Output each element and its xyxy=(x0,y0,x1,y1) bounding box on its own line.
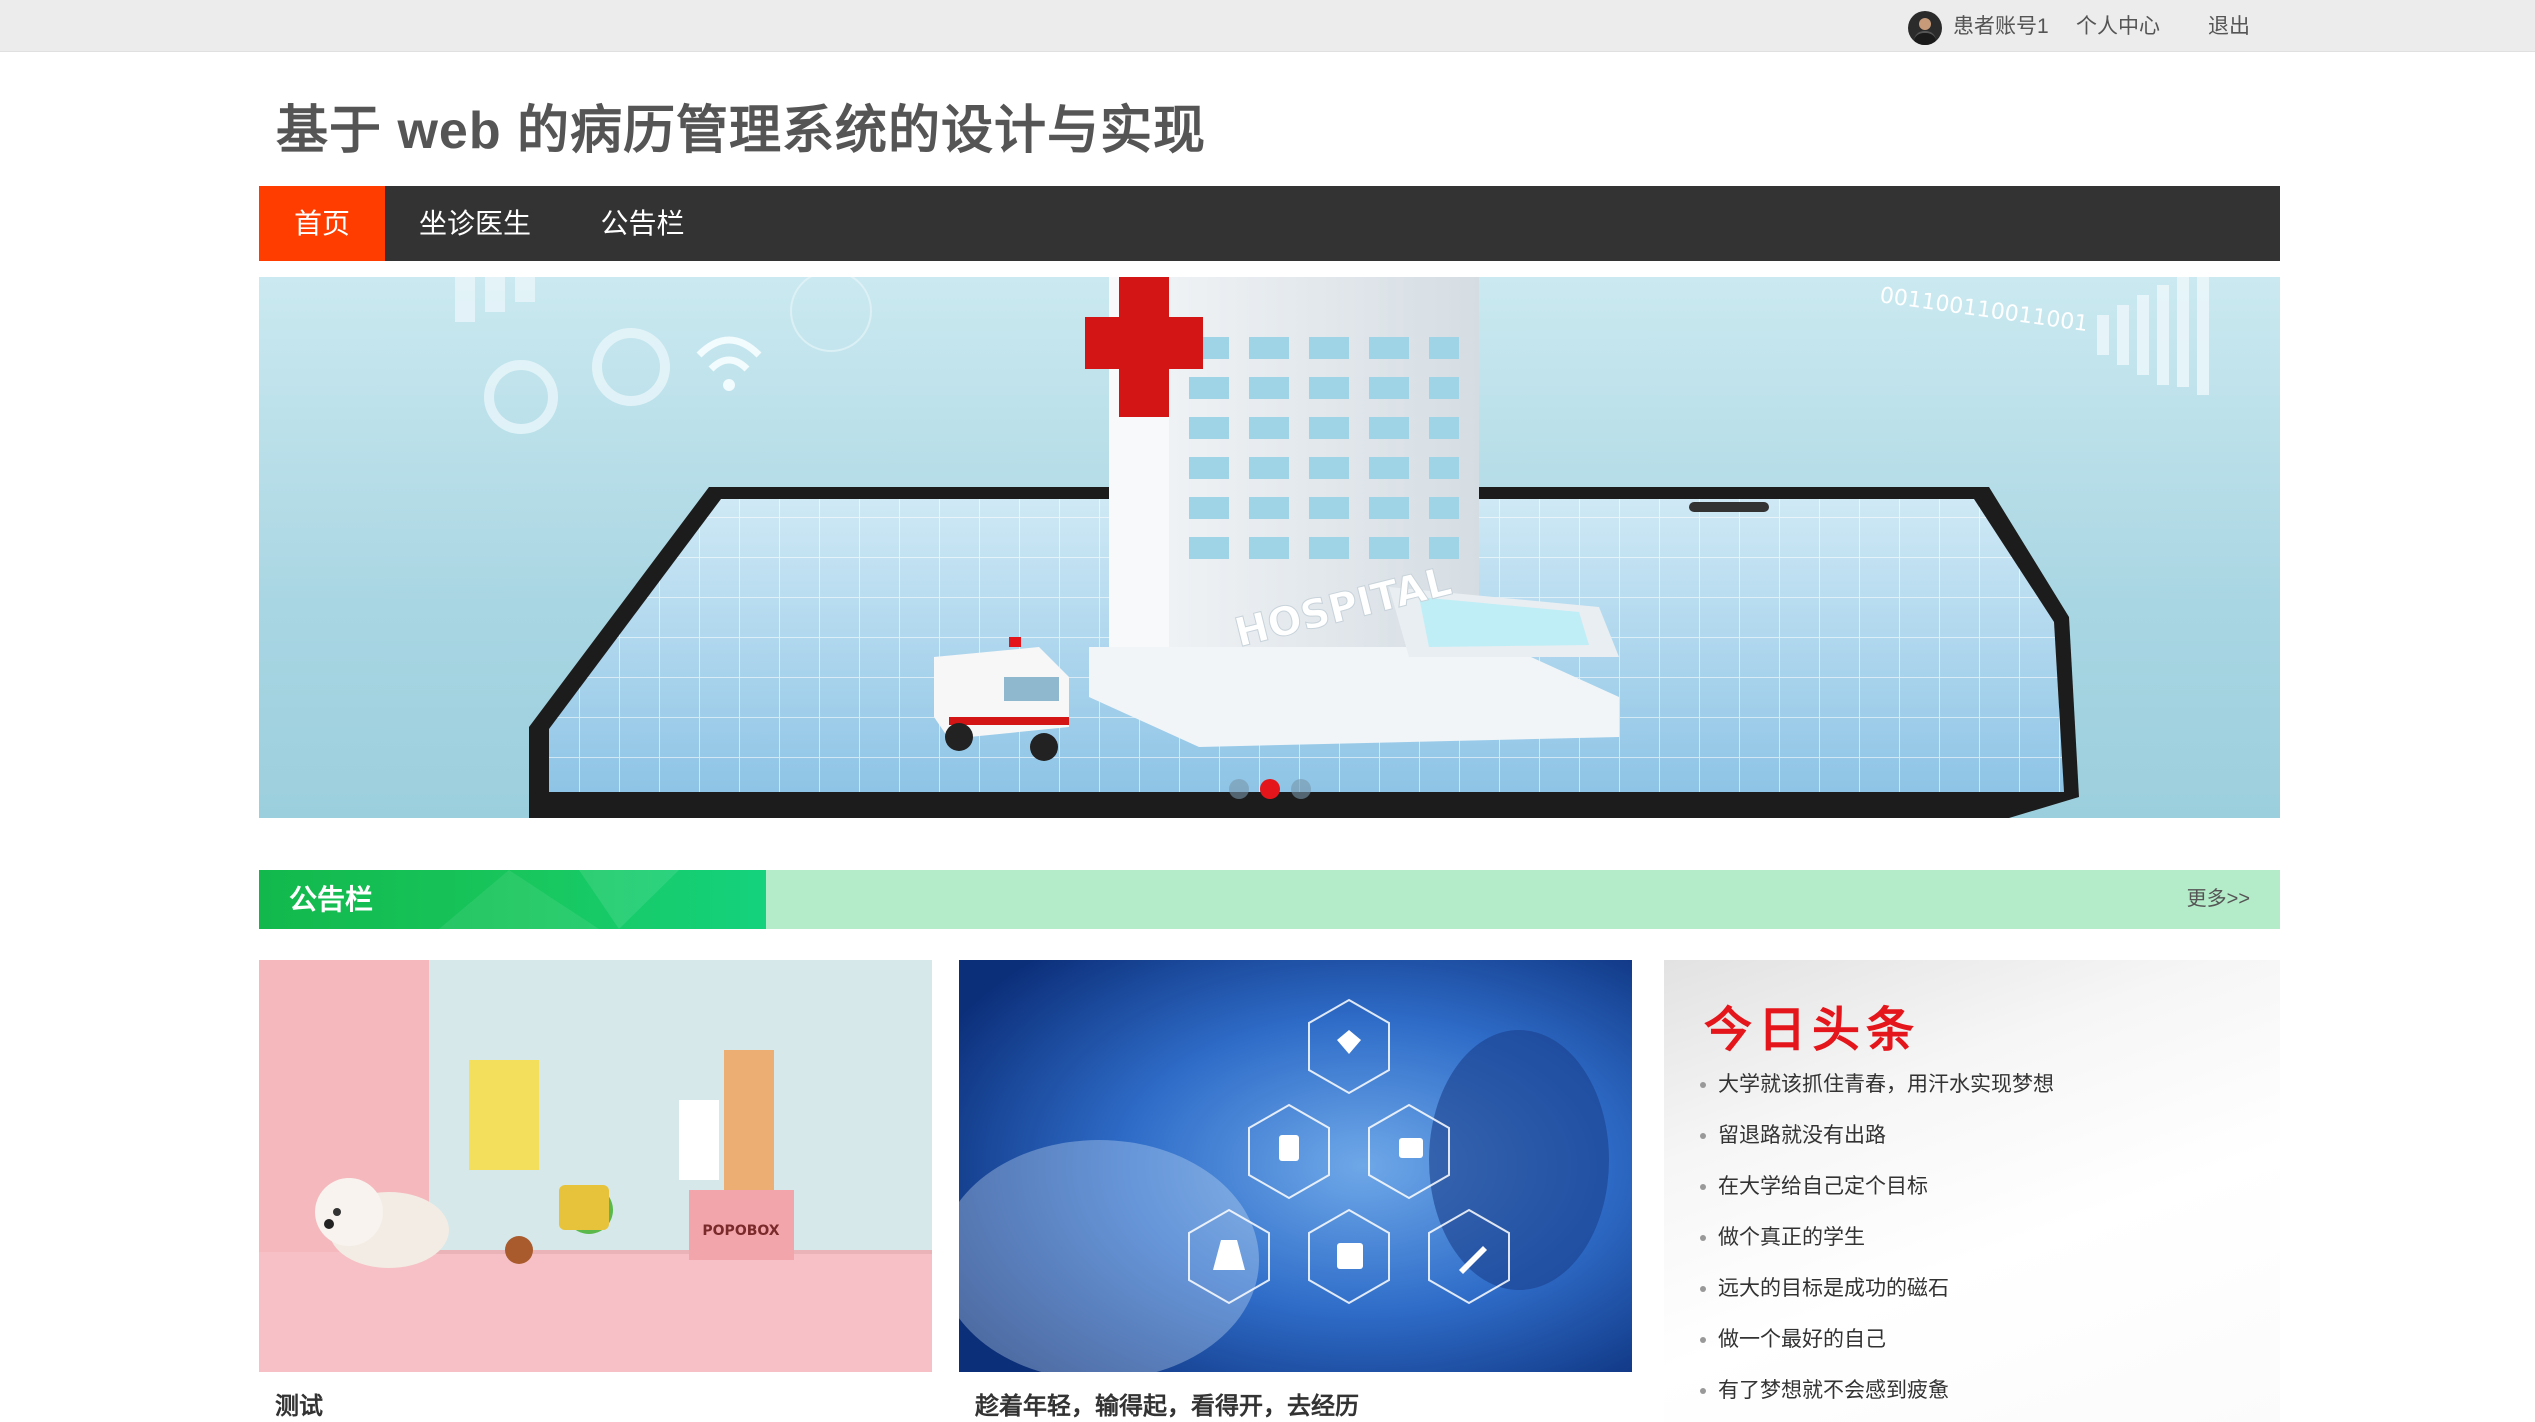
notice-card-image-1[interactable]: POPOBOX xyxy=(259,960,932,1372)
svg-text:001100110011001: 001100110011001 xyxy=(1878,283,2089,337)
headlines-list: 大学就该抓住青春，用汗水实现梦想 留退路就没有出路 在大学给自己定个目标 做个真… xyxy=(1700,1072,2054,1422)
notice-card-title-2[interactable]: 趁着年轻，输得起，看得开，去经历 xyxy=(975,1386,1359,1421)
headline-item[interactable]: 做个真正的学生 xyxy=(1700,1225,2054,1276)
svg-text:POPOBOX: POPOBOX xyxy=(702,1223,779,1239)
banner-carousel[interactable]: 001100110011001 HOSPITAL xyxy=(259,277,2280,818)
notice-card-image-2[interactable] xyxy=(959,960,1632,1372)
notice-card-title-1[interactable]: 测试 xyxy=(275,1386,323,1421)
notice-section-title: 公告栏 xyxy=(289,884,374,915)
headline-item[interactable]: 做一个最好的自己 xyxy=(1700,1327,2054,1378)
notice-section-header: 公告栏 更多>> xyxy=(259,870,2280,929)
nav-item-notices[interactable]: 公告栏 xyxy=(565,186,720,261)
more-link[interactable]: 更多>> xyxy=(2187,870,2250,929)
hospital-illustration: 001100110011001 HOSPITAL xyxy=(455,277,2209,818)
headline-item[interactable]: 大学就该抓住青春，用汗水实现梦想 xyxy=(1700,1072,2054,1123)
headline-item[interactable]: 在大学给自己定个目标 xyxy=(1700,1174,2054,1225)
main-nav: 首页 坐诊医生 公告栏 xyxy=(259,186,2280,261)
carousel-dot-3[interactable] xyxy=(1291,779,1311,799)
username-link[interactable]: 患者账号1 xyxy=(1953,14,2049,40)
headline-item[interactable]: 远大的目标是成功的磁石 xyxy=(1700,1276,2054,1327)
carousel-dot-1[interactable] xyxy=(1229,779,1249,799)
logout-link[interactable]: 退出 xyxy=(2208,14,2250,40)
nav-item-doctors[interactable]: 坐诊医生 xyxy=(385,186,565,261)
carousel-dot-2[interactable] xyxy=(1260,779,1280,799)
profile-link[interactable]: 个人中心 xyxy=(2076,14,2160,40)
nav-item-home[interactable]: 首页 xyxy=(259,186,385,261)
headline-item[interactable]: 留退路就没有出路 xyxy=(1700,1123,2054,1174)
headlines-panel: 今日头条 大学就该抓住青春，用汗水实现梦想 留退路就没有出路 在大学给自己定个目… xyxy=(1664,960,2280,1422)
top-bar: 患者账号1 个人中心 退出 xyxy=(0,0,2535,52)
site-title: 基于 web 的病历管理系统的设计与实现 xyxy=(276,102,1207,160)
headline-item[interactable]: 有了梦想就不会感到疲惫 xyxy=(1700,1378,2054,1422)
headlines-title: 今日头条 xyxy=(1704,1002,1921,1058)
avatar[interactable] xyxy=(1908,11,1942,45)
